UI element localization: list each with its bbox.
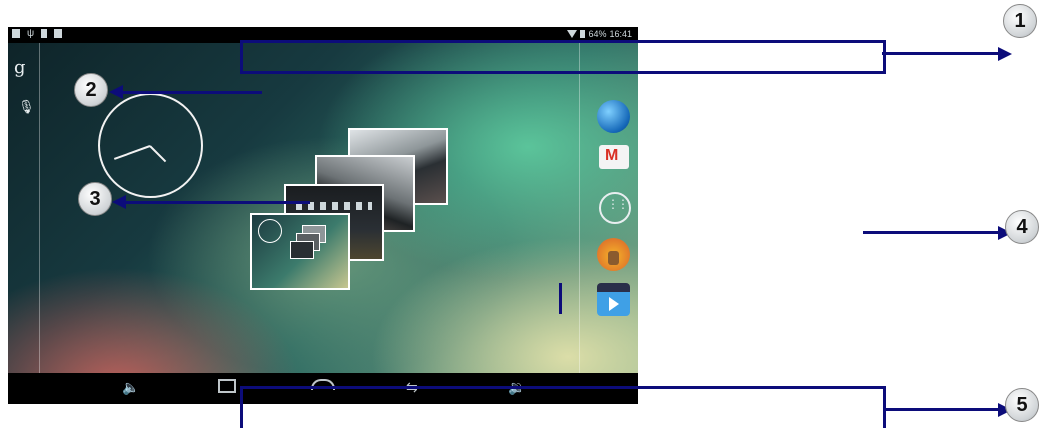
- recent-apps-icon[interactable]: [218, 379, 236, 396]
- app-drawer-icon[interactable]: [599, 192, 631, 224]
- battery-percent: 64%: [588, 29, 607, 39]
- browser-icon[interactable]: [597, 100, 630, 133]
- music-icon[interactable]: [597, 238, 630, 271]
- wifi-icon: [567, 30, 578, 38]
- storage-icon: [54, 29, 63, 38]
- status-bar-highlight-box: [240, 40, 886, 74]
- dock-marker-line: [559, 283, 562, 314]
- clock-text: 16:41: [609, 29, 632, 39]
- callout-3-line: [124, 201, 310, 204]
- clock-minute-hand: [113, 145, 151, 160]
- mic-icon[interactable]: 🎙: [18, 99, 35, 115]
- analog-clock-widget[interactable]: [98, 93, 203, 198]
- volume-down-icon[interactable]: 🔈: [122, 379, 139, 396]
- nav-bar-bracket-top: [240, 386, 886, 389]
- callout-1: 1: [1003, 4, 1037, 38]
- callout-5-line: [886, 408, 1000, 411]
- gmail-icon[interactable]: [599, 145, 629, 169]
- google-search-icon[interactable]: g: [14, 57, 26, 78]
- callout-5: 5: [1005, 388, 1039, 422]
- thumbnail-mini-card: [290, 241, 314, 259]
- video-icon[interactable]: [597, 283, 630, 316]
- callout-2-line: [121, 91, 262, 94]
- screenshot-icon: [12, 29, 20, 38]
- home-icon[interactable]: [311, 377, 335, 393]
- search-bar-divider: [39, 43, 40, 373]
- nav-bar-bracket-right: [883, 386, 886, 428]
- callout-4-line: [863, 231, 1000, 234]
- dock-divider: [579, 43, 580, 373]
- callout-1-arrowhead: [998, 47, 1012, 61]
- battery-icon: [580, 30, 586, 38]
- recent-app-thumbnail[interactable]: [250, 213, 350, 290]
- callout-3: 3: [78, 182, 112, 216]
- nav-bar-bracket-left: [240, 386, 243, 428]
- callout-2: 2: [74, 73, 108, 107]
- callout-4: 4: [1005, 210, 1039, 244]
- clock-hour-hand: [149, 145, 167, 163]
- sd-card-icon: [41, 29, 48, 38]
- usb-icon: ψ: [27, 28, 35, 39]
- thumbnail-clock: [258, 219, 282, 243]
- callout-1-line: [882, 52, 1000, 55]
